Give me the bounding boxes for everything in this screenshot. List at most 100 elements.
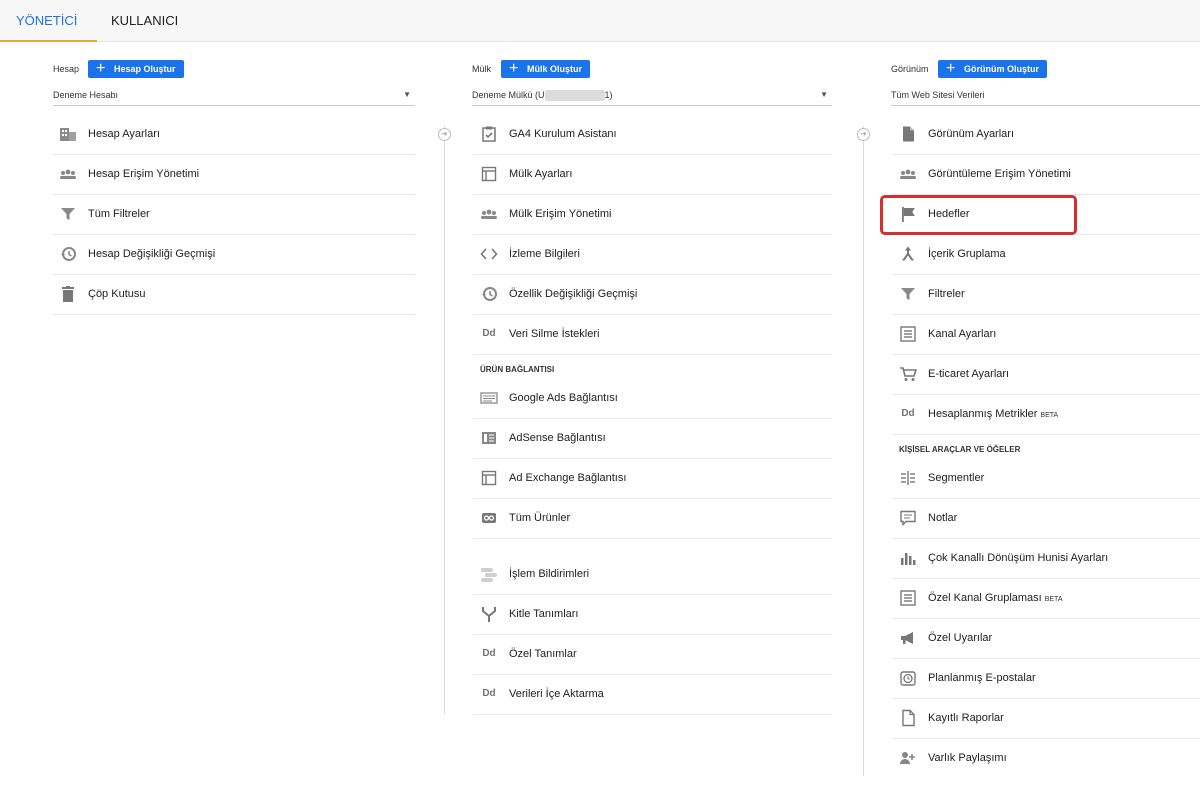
menu-item-label: Özel Uyarılar [928,632,993,644]
create-property-label: Mülk Oluştur [527,64,583,74]
menu-item-scheduled-emails[interactable]: Planlanmış E-postalar [893,659,1200,699]
dd-icon: Dd [901,408,915,419]
menu-item-google-ads-link[interactable]: Google Ads Bağlantısı [474,379,832,419]
people-icon [899,165,917,183]
property-column: Mülk + Mülk Oluştur Deneme Mülkü (U 1) ▼ [472,58,832,106]
menu-item-ecommerce-settings[interactable]: E-ticaret Ayarları [893,355,1200,395]
account-selector[interactable]: Deneme Hesabı ▼ [53,85,415,106]
menu-item-segments[interactable]: Segmentler [893,459,1200,499]
view-selected: Tüm Web Sitesi Verileri [891,90,985,100]
history-icon [480,285,498,303]
menu-item-custom-channel-grouping[interactable]: Özel Kanal Gruplaması BETA [893,579,1200,619]
menu-item-audience-definitions[interactable]: Kitle Tanımları [474,595,832,635]
menu-item-view-settings[interactable]: Görünüm Ayarları [893,115,1200,155]
menu-item-ga4-setup[interactable]: GA4 Kurulum Asistanı [474,115,832,155]
menu-item-label: Kitle Tanımları [509,608,579,620]
menu-item-notes[interactable]: Notlar [893,499,1200,539]
share-icon [899,749,917,767]
create-view-label: Görünüm Oluştur [964,64,1039,74]
channel-icon [899,589,917,607]
plus-icon: + [96,60,106,77]
highlight-box [880,195,1077,235]
menu-item-saved-reports[interactable]: Kayıtlı Raporlar [893,699,1200,739]
menu-item-property-settings[interactable]: Mülk Ayarları [474,155,832,195]
menu-item-all-filters[interactable]: Tüm Filtreler [53,195,415,235]
menu-item-asset-sharing[interactable]: Varlık Paylaşımı [893,739,1200,778]
menu-item-ad-exchange-link[interactable]: Ad Exchange Bağlantısı [474,459,832,499]
dropdown-arrow-icon: ▼ [820,90,828,99]
account-column: Hesap + Hesap Oluştur Deneme Hesabı ▼ [53,58,415,106]
people-icon [59,165,77,183]
create-property-button[interactable]: + Mülk Oluştur [501,60,591,78]
redacted-id [544,90,605,102]
menu-item-property-history[interactable]: Özellik Değişikliği Geçmişi [474,275,832,315]
menu-item-adsense-link[interactable]: AdSense Bağlantısı [474,419,832,459]
menu-item-label: Kanal Ayarları [928,328,997,340]
link-icon [480,509,498,527]
menu-item-channel-settings[interactable]: Kanal Ayarları [893,315,1200,355]
people-icon [480,205,498,223]
dropdown-arrow-icon: ▼ [403,90,411,99]
menu-item-label: Mülk Erişim Yönetimi [509,208,612,220]
property-selector[interactable]: Deneme Mülkü (U 1) ▼ [472,85,832,106]
create-account-button[interactable]: + Hesap Oluştur [88,60,184,78]
menu-item-view-access[interactable]: Görüntüleme Erişim Yönetimi [893,155,1200,195]
menu-item-label: Çok Kanallı Dönüşüm Hunisi Ayarları [928,552,1109,564]
checklist-icon [480,125,498,143]
menu-item-label: GA4 Kurulum Asistanı [509,128,617,140]
view-selector[interactable]: Tüm Web Sitesi Verileri [891,85,1200,106]
tab-admin[interactable]: YÖNETİCİ [0,0,98,42]
account-label: Hesap [53,64,80,74]
menu-item-label-wrap: Hesaplanmış Metrikler BETA [928,395,1058,435]
document-icon [899,125,917,143]
menu-item-property-access[interactable]: Mülk Erişim Yönetimi [474,195,832,235]
menu-item-all-products[interactable]: Tüm Ürünler [474,499,832,539]
fork-icon [480,605,498,623]
menu-item-account-history[interactable]: Hesap Değişikliği Geçmişi [53,235,415,275]
view-column: Görünüm + Görünüm Oluştur Tüm Web Sitesi… [891,58,1200,106]
account-menu: Hesap Ayarları Hesap Erişim Yönetimi Tüm… [53,115,415,315]
document-icon [899,709,917,727]
menu-item-label: Özel Kanal Gruplaması [928,592,1042,604]
menu-item-trash[interactable]: Çöp Kutusu [53,275,415,315]
menu-item-label: Segmentler [928,472,985,484]
menu-item-account-settings[interactable]: Hesap Ayarları [53,115,415,155]
create-view-button[interactable]: + Görünüm Oluştur [938,60,1047,78]
menu-item-calculated-metrics[interactable]: Dd Hesaplanmış Metrikler BETA [893,395,1200,435]
dd-icon: Dd [482,328,496,339]
arrow-right-icon: ➜ [438,128,451,141]
column-divider [444,126,445,714]
account-selected: Deneme Hesabı [53,90,119,100]
create-account-label: Hesap Oluştur [114,64,176,74]
megaphone-icon [899,629,917,647]
menu-item-label: Görünüm Ayarları [928,128,1015,140]
menu-item-label: Hesap Ayarları [88,128,160,140]
menu-item-account-access[interactable]: Hesap Erişim Yönetimi [53,155,415,195]
menu-item-tracking-info[interactable]: İzleme Bilgileri [474,235,832,275]
segments-icon [899,469,917,487]
menu-item-label: Notlar [928,512,958,524]
menu-item-custom-alerts[interactable]: Özel Uyarılar [893,619,1200,659]
menu-item-content-grouping[interactable]: İçerik Gruplama [893,235,1200,275]
menu-item-label: Mülk Ayarları [509,168,573,180]
menu-item-postbacks[interactable]: İşlem Bildirimleri [474,555,832,595]
menu-item-label-wrap: Özel Kanal Gruplaması BETA [928,579,1062,619]
menu-item-label: İçerik Gruplama [928,248,1006,260]
menu-item-mcf-settings[interactable]: Çok Kanallı Dönüşüm Hunisi Ayarları [893,539,1200,579]
menu-item-label: Tüm Ürünler [509,512,571,524]
code-icon [480,245,498,263]
section-personal-tools: KİŞİSEL ARAÇLAR VE ÖĞELER [899,445,1021,454]
menu-item-filters[interactable]: Filtreler [893,275,1200,315]
menu-item-data-import[interactable]: Dd Verileri İçe Aktarma [474,675,832,715]
property-selected-prefix: Deneme Mülkü (U [472,90,545,100]
menu-item-label: Hesap Değişikliği Geçmişi [88,248,216,260]
tab-user[interactable]: KULLANICI [111,0,178,41]
menu-item-label: İzleme Bilgileri [509,248,580,260]
menu-item-custom-definitions[interactable]: Dd Özel Tanımlar [474,635,832,675]
window-icon [480,165,498,183]
menu-item-data-deletion[interactable]: Dd Veri Silme İstekleri [474,315,832,355]
ads-icon [480,389,498,407]
plus-icon: + [946,60,956,77]
toggle-icon [480,565,498,583]
